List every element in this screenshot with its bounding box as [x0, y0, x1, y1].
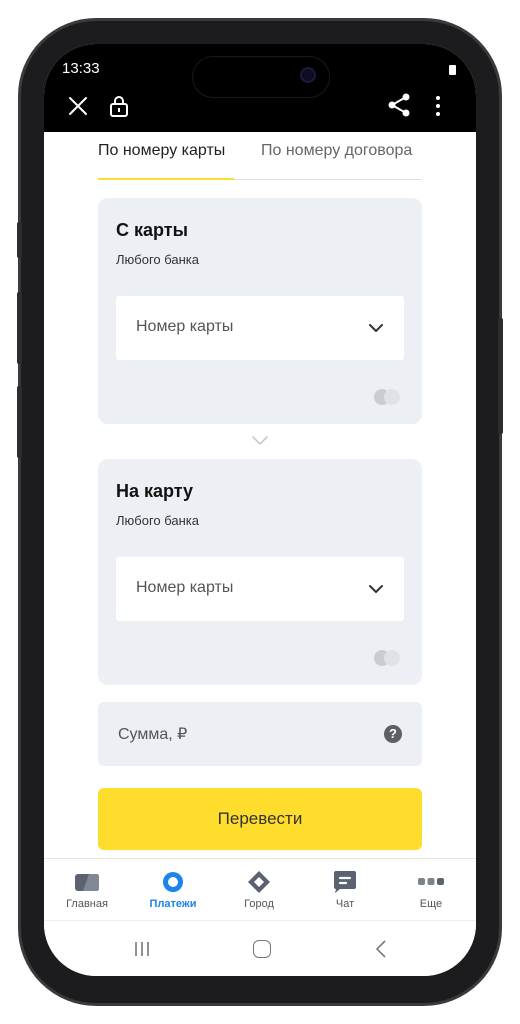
help-icon[interactable]: ?: [384, 725, 402, 743]
nav-item-more[interactable]: Еще: [396, 867, 466, 919]
more-dots-icon: [418, 878, 444, 885]
amount-field[interactable]: Сумма, ₽ ?: [98, 702, 422, 766]
to-card-placeholder: Номер карты: [136, 579, 234, 596]
close-icon[interactable]: [66, 94, 90, 118]
to-card-number-field[interactable]: Номер карты: [116, 557, 404, 621]
volume-down-button: [17, 386, 22, 458]
status-time: 13:33: [62, 60, 100, 77]
chevron-down-icon[interactable]: [368, 320, 384, 336]
from-card-title: С карты: [116, 220, 188, 240]
power-button: [498, 318, 503, 434]
from-card-placeholder: Номер карты: [136, 318, 234, 335]
nav-label-chat: Чат: [335, 898, 355, 910]
amount-placeholder: Сумма, ₽: [118, 726, 188, 743]
nav-label-more: Еще: [419, 898, 443, 910]
bottom-nav: Главная Платежи Город Чат Еще: [44, 858, 476, 920]
tab-by-card-number[interactable]: По номеру карты: [98, 142, 225, 160]
home-icon[interactable]: [253, 940, 271, 958]
payments-circle-icon: [163, 872, 183, 892]
transfer-button[interactable]: Перевести: [98, 788, 422, 850]
from-card-subtitle: Любого банка: [116, 252, 200, 267]
nav-label-payments: Платежи: [149, 898, 197, 910]
card-scan-toggle-icon[interactable]: [372, 649, 402, 667]
screen: 13:33 По номеру карты По номеру договора: [44, 44, 476, 976]
from-card-panel: С карты Любого банка Номер карты: [98, 198, 422, 424]
card-icon: [75, 874, 99, 891]
to-card-panel: На карту Любого банка Номер карты: [98, 459, 422, 685]
more-vert-icon[interactable]: [428, 94, 448, 118]
to-card-subtitle: Любого банка: [116, 513, 200, 528]
nav-item-city[interactable]: Город: [224, 867, 294, 919]
front-camera: [300, 67, 316, 83]
chevron-down-icon: [252, 436, 268, 446]
nav-item-home[interactable]: Главная: [52, 867, 122, 919]
lock-icon[interactable]: [108, 94, 130, 118]
chevron-down-icon[interactable]: [368, 581, 384, 597]
from-card-number-field[interactable]: Номер карты: [116, 296, 404, 360]
action-button: [17, 222, 22, 258]
transfer-tabs: По номеру карты По номеру договора: [98, 132, 422, 180]
nav-label-home: Главная: [66, 898, 108, 910]
system-nav-bar: [44, 920, 476, 976]
to-card-title: На карту: [116, 481, 194, 501]
top-app-bar: 13:33: [44, 44, 476, 132]
nav-item-chat[interactable]: Чат: [310, 867, 380, 919]
battery-icon: [449, 65, 456, 75]
active-tab-indicator: [98, 178, 234, 180]
nav-item-payments[interactable]: Платежи: [138, 867, 208, 919]
volume-up-button: [17, 292, 22, 364]
nav-label-city: Город: [244, 898, 274, 910]
city-diamond-icon: [248, 871, 270, 893]
tab-by-contract-number[interactable]: По номеру договора: [261, 142, 412, 160]
share-icon[interactable]: [386, 92, 412, 118]
back-icon[interactable]: [374, 939, 388, 959]
chat-icon: [334, 871, 356, 893]
recent-apps-icon[interactable]: [132, 940, 152, 958]
card-scan-toggle-icon[interactable]: [372, 388, 402, 406]
